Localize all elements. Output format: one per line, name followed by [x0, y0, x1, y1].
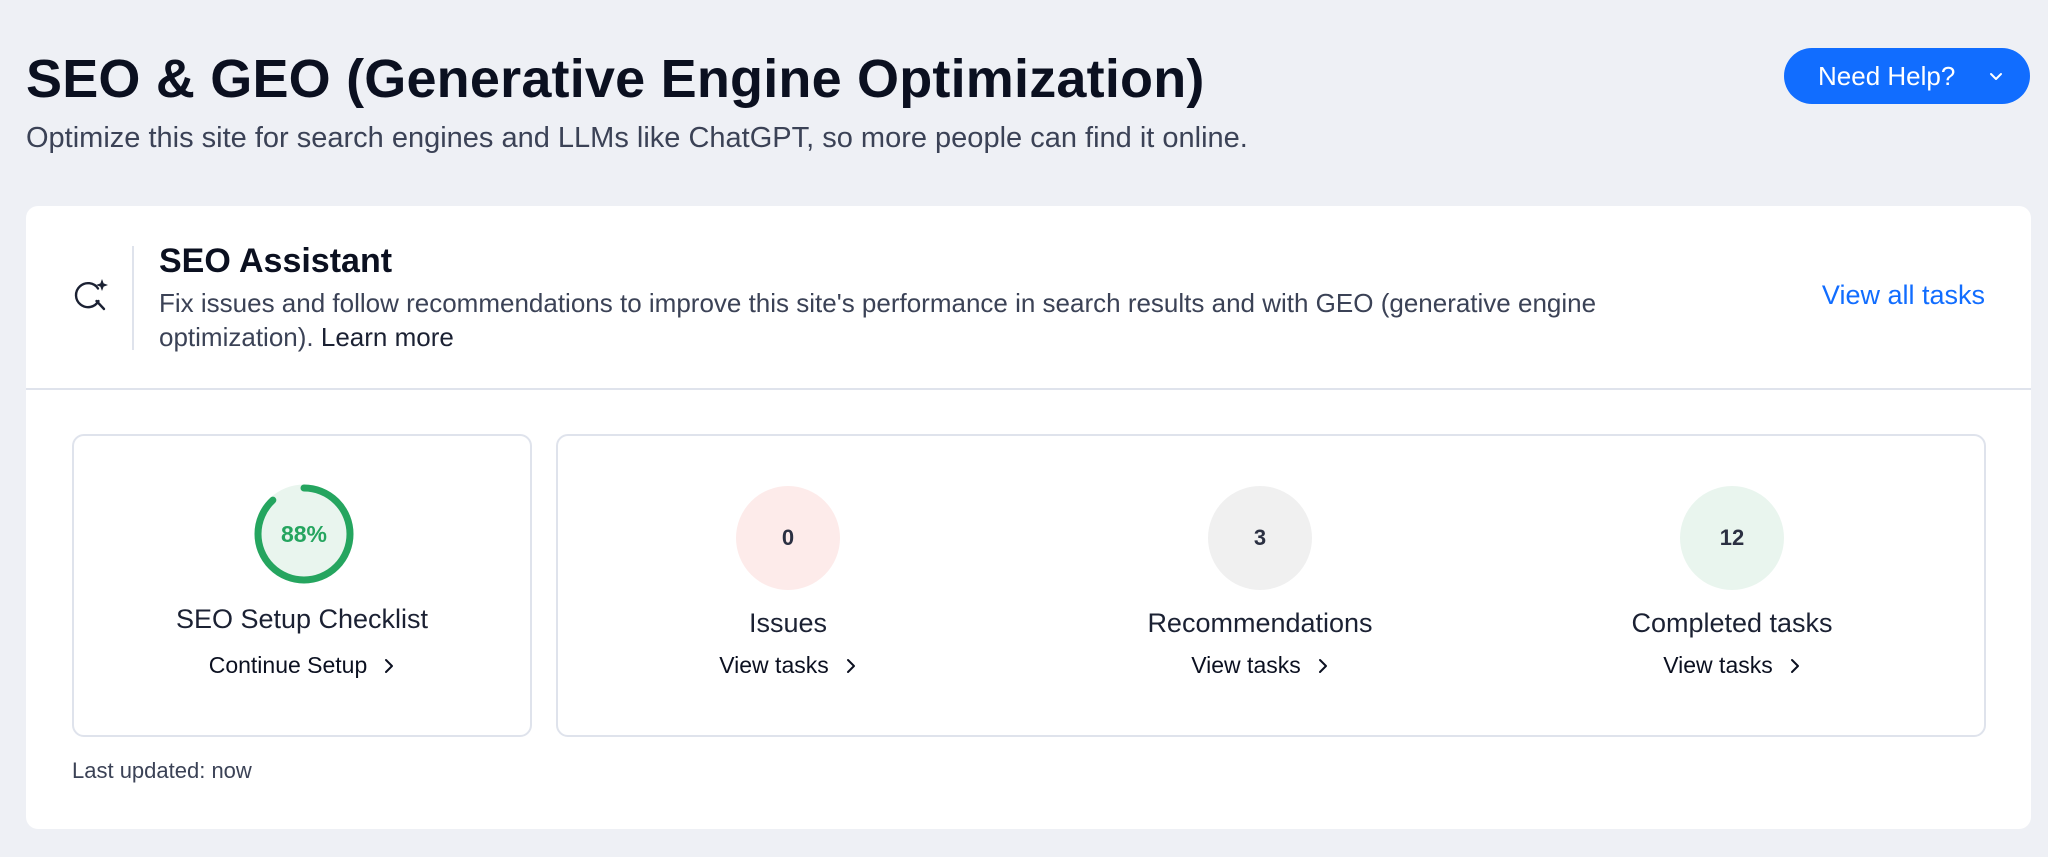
page-subtitle: Optimize this site for search engines an… [26, 122, 1248, 154]
recommendations-view-tasks-label: View tasks [1191, 652, 1301, 678]
completed-view-tasks-label: View tasks [1663, 652, 1773, 678]
need-help-label: Need Help? [1818, 60, 1956, 91]
stat-completed-tasks: 12 Completed tasks View tasks [1502, 436, 1962, 735]
checklist-progress-percent: 88% [280, 520, 328, 547]
seo-assistant-card: SEO Assistant Fix issues and follow reco… [26, 206, 2031, 829]
checklist-title: SEO Setup Checklist [175, 604, 429, 634]
seo-geo-page: SEO & GEO (Generative Engine Optimizatio… [0, 0, 2048, 857]
recommendations-label: Recommendations [1147, 608, 1373, 638]
task-stats-tile: 0 Issues View tasks 3 Recommendations Vi… [556, 434, 1986, 737]
recommendations-count-badge: 3 [1208, 486, 1312, 590]
seo-assistant-title: SEO Assistant [159, 242, 393, 280]
chevron-right-icon [1790, 658, 1799, 673]
seo-assistant-description: Fix issues and follow recommendations to… [159, 286, 1719, 354]
completed-label: Completed tasks [1631, 608, 1833, 638]
need-help-button[interactable]: Need Help? [1784, 48, 2030, 104]
header-divider [132, 246, 134, 350]
issues-count-badge: 0 [736, 486, 840, 590]
chevron-right-icon [1318, 658, 1327, 673]
chevron-down-icon [1990, 73, 2002, 80]
search-sparkle-icon [74, 279, 108, 311]
completed-view-tasks-link[interactable]: View tasks [1502, 652, 1962, 679]
last-updated-text: Last updated: now [72, 758, 252, 783]
completed-count-badge: 12 [1680, 486, 1784, 590]
stat-recommendations: 3 Recommendations View tasks [1030, 436, 1490, 735]
issues-label: Issues [748, 608, 828, 638]
page-title: SEO & GEO (Generative Engine Optimizatio… [26, 49, 1205, 109]
issues-view-tasks-link[interactable]: View tasks [558, 652, 1018, 679]
recommendations-view-tasks-link[interactable]: View tasks [1030, 652, 1490, 679]
chevron-right-icon [385, 658, 394, 673]
continue-setup-link[interactable]: Continue Setup [74, 652, 530, 679]
seo-setup-checklist-tile: 88% SEO Setup Checklist Continue Setup [72, 434, 532, 737]
issues-view-tasks-label: View tasks [719, 652, 829, 678]
view-all-tasks-link[interactable]: View all tasks [1822, 280, 1985, 311]
stat-issues: 0 Issues View tasks [558, 436, 1018, 735]
chevron-right-icon [846, 658, 855, 673]
continue-setup-label: Continue Setup [208, 652, 368, 678]
seo-assistant-header: SEO Assistant Fix issues and follow reco… [26, 206, 2031, 390]
learn-more-link[interactable]: Learn more [321, 322, 454, 352]
